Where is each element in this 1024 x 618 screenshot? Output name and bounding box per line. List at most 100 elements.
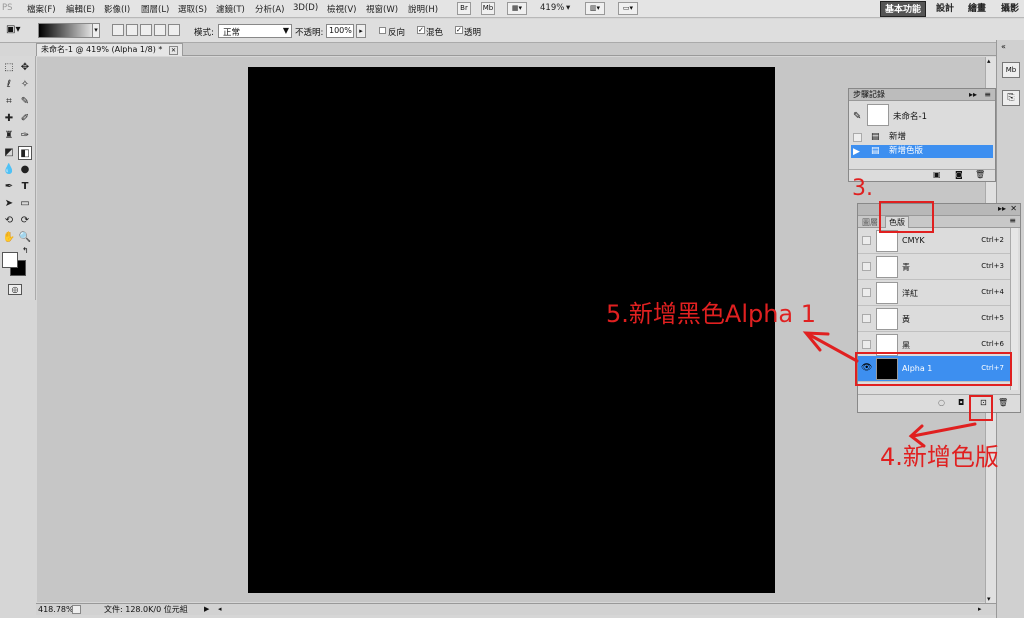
menu-image[interactable]: 影像(I): [104, 3, 130, 15]
scroll-right-icon[interactable]: ▸: [978, 604, 982, 615]
linear-gradient-button[interactable]: [112, 24, 124, 36]
crop-tool-icon[interactable]: ⌗: [2, 95, 16, 109]
magic-wand-tool-icon[interactable]: ✧: [18, 78, 32, 92]
3d-orbit-tool-icon[interactable]: ⟳: [18, 214, 32, 228]
channel-row[interactable]: 黃 Ctrl+5: [858, 306, 1010, 332]
menu-select[interactable]: 選取(S): [178, 3, 207, 15]
hand-tool-icon[interactable]: ✋: [2, 231, 16, 245]
snapshot-thumbnail[interactable]: [867, 104, 889, 126]
menu-layer[interactable]: 圖層(L): [141, 3, 169, 15]
angle-gradient-button[interactable]: [140, 24, 152, 36]
close-icon[interactable]: ✕: [168, 46, 179, 55]
mini-bridge-button[interactable]: Mb: [481, 2, 495, 15]
menu-edit[interactable]: 編輯(E): [66, 3, 95, 15]
panel-menu-icon[interactable]: ≡: [984, 89, 991, 101]
gradient-dropdown-icon[interactable]: ▾: [92, 23, 100, 38]
history-step[interactable]: ▤ 新增: [851, 131, 993, 144]
shape-tool-icon[interactable]: ▭: [18, 197, 32, 211]
lasso-tool-icon[interactable]: ℓ: [2, 78, 16, 92]
scroll-up-icon[interactable]: ▴: [987, 57, 991, 65]
zoom-status[interactable]: 418.78%: [38, 604, 74, 615]
workspace-painting[interactable]: 繪畫: [964, 1, 990, 17]
visibility-toggle[interactable]: [862, 288, 871, 297]
collapse-dock-icon[interactable]: «: [1001, 42, 1006, 51]
panel-menu-icon[interactable]: ≡: [1009, 216, 1016, 225]
path-selection-tool-icon[interactable]: ➤: [2, 197, 16, 211]
dither-checkbox[interactable]: ✓: [417, 26, 425, 34]
tab-layers[interactable]: 圖層: [862, 217, 878, 228]
menu-3d[interactable]: 3D(D): [293, 3, 318, 13]
move-tool-icon[interactable]: ✥: [18, 61, 32, 75]
close-icon[interactable]: ✕: [1010, 204, 1017, 213]
new-document-from-state-icon[interactable]: ▣: [933, 170, 941, 179]
opacity-slider-icon[interactable]: ▸: [356, 24, 366, 38]
foreground-color-swatch[interactable]: [2, 252, 18, 268]
channel-row[interactable]: 青 Ctrl+3: [858, 254, 1010, 280]
status-arrow-icon[interactable]: ▶: [204, 604, 209, 615]
tool-preset-picker[interactable]: ▣▾: [6, 24, 28, 38]
history-panel-icon[interactable]: ⎘: [1002, 90, 1020, 106]
mini-bridge-panel-icon[interactable]: Mb: [1002, 62, 1020, 78]
type-tool-icon[interactable]: T: [18, 180, 32, 194]
history-step-selected[interactable]: ▶ ▤ 新增色版: [851, 145, 993, 158]
channel-row[interactable]: 洋紅 Ctrl+4: [858, 280, 1010, 306]
history-checkbox[interactable]: [853, 133, 862, 142]
menu-view[interactable]: 檢視(V): [327, 3, 356, 15]
brush-tool-icon[interactable]: ✐: [18, 112, 32, 126]
status-menu-icon[interactable]: [72, 605, 81, 614]
scroll-down-icon[interactable]: ▾: [987, 595, 991, 603]
scroll-left-icon[interactable]: ◂: [218, 604, 222, 615]
collapse-icon[interactable]: ▸▸: [969, 89, 977, 101]
gradient-tool-icon[interactable]: ◧: [18, 146, 32, 160]
view-extras-button[interactable]: ▦▾: [507, 2, 527, 15]
history-tab[interactable]: 步驟記錄: [853, 90, 885, 99]
visibility-toggle[interactable]: [862, 236, 871, 245]
transparency-checkbox[interactable]: ✓: [455, 26, 463, 34]
collapse-icon[interactable]: ▸▸: [998, 204, 1006, 213]
healing-brush-tool-icon[interactable]: ✚: [2, 112, 16, 126]
snapshot-name[interactable]: 未命名-1: [893, 110, 927, 122]
3d-rotate-tool-icon[interactable]: ⟲: [2, 214, 16, 228]
load-channel-as-selection-icon[interactable]: ○: [938, 398, 945, 407]
save-selection-as-channel-icon[interactable]: ◘: [958, 398, 964, 407]
trash-icon[interactable]: 🗑: [975, 170, 985, 179]
marquee-tool-icon[interactable]: ⬚: [2, 61, 16, 75]
diamond-gradient-button[interactable]: [168, 24, 180, 36]
pen-tool-icon[interactable]: ✒: [2, 180, 16, 194]
menu-help[interactable]: 說明(H): [408, 3, 438, 15]
screen-mode-button[interactable]: ▭▾: [618, 2, 638, 15]
mode-select[interactable]: 正常 ▼: [218, 24, 292, 38]
reflected-gradient-button[interactable]: [154, 24, 166, 36]
zoom-chevron-icon[interactable]: ▾: [566, 3, 570, 13]
visibility-toggle[interactable]: [862, 340, 871, 349]
zoom-level-dropdown[interactable]: 419%: [540, 3, 564, 13]
dodge-tool-icon[interactable]: ●: [18, 163, 32, 177]
eraser-tool-icon[interactable]: ◩: [2, 146, 16, 160]
opacity-input[interactable]: 100%: [326, 24, 354, 38]
visibility-toggle[interactable]: [862, 314, 871, 323]
quick-mask-icon[interactable]: ◎: [8, 284, 22, 295]
new-snapshot-icon[interactable]: ◙: [955, 170, 963, 179]
gradient-picker[interactable]: [38, 23, 100, 38]
menu-window[interactable]: 視窗(W): [366, 3, 398, 15]
workspace-photography[interactable]: 攝影: [997, 1, 1023, 17]
radial-gradient-button[interactable]: [126, 24, 138, 36]
menu-filter[interactable]: 濾鏡(T): [216, 3, 245, 15]
arrange-documents-button[interactable]: ▥▾: [585, 2, 605, 15]
document-tab[interactable]: 未命名-1 @ 419% (Alpha 1/8) * ✕: [36, 43, 184, 56]
trash-icon[interactable]: 🗑: [998, 398, 1008, 407]
workspace-essentials[interactable]: 基本功能: [880, 1, 927, 17]
bridge-button[interactable]: Br: [457, 2, 471, 15]
visibility-toggle[interactable]: [862, 262, 871, 271]
document-canvas[interactable]: [248, 67, 775, 593]
blur-tool-icon[interactable]: 💧: [2, 163, 16, 177]
clone-stamp-tool-icon[interactable]: ♜: [2, 129, 16, 143]
eyedropper-tool-icon[interactable]: ✎: [18, 95, 32, 109]
reverse-checkbox[interactable]: [379, 27, 386, 34]
history-brush-tool-icon[interactable]: ✑: [18, 129, 32, 143]
menu-file[interactable]: 檔案(F): [27, 3, 56, 15]
menu-analysis[interactable]: 分析(A): [255, 3, 284, 15]
swap-colors-icon[interactable]: ↰: [22, 246, 29, 255]
history-brush-source-icon[interactable]: ✎: [853, 111, 861, 122]
zoom-tool-icon[interactable]: 🔍: [18, 231, 32, 245]
